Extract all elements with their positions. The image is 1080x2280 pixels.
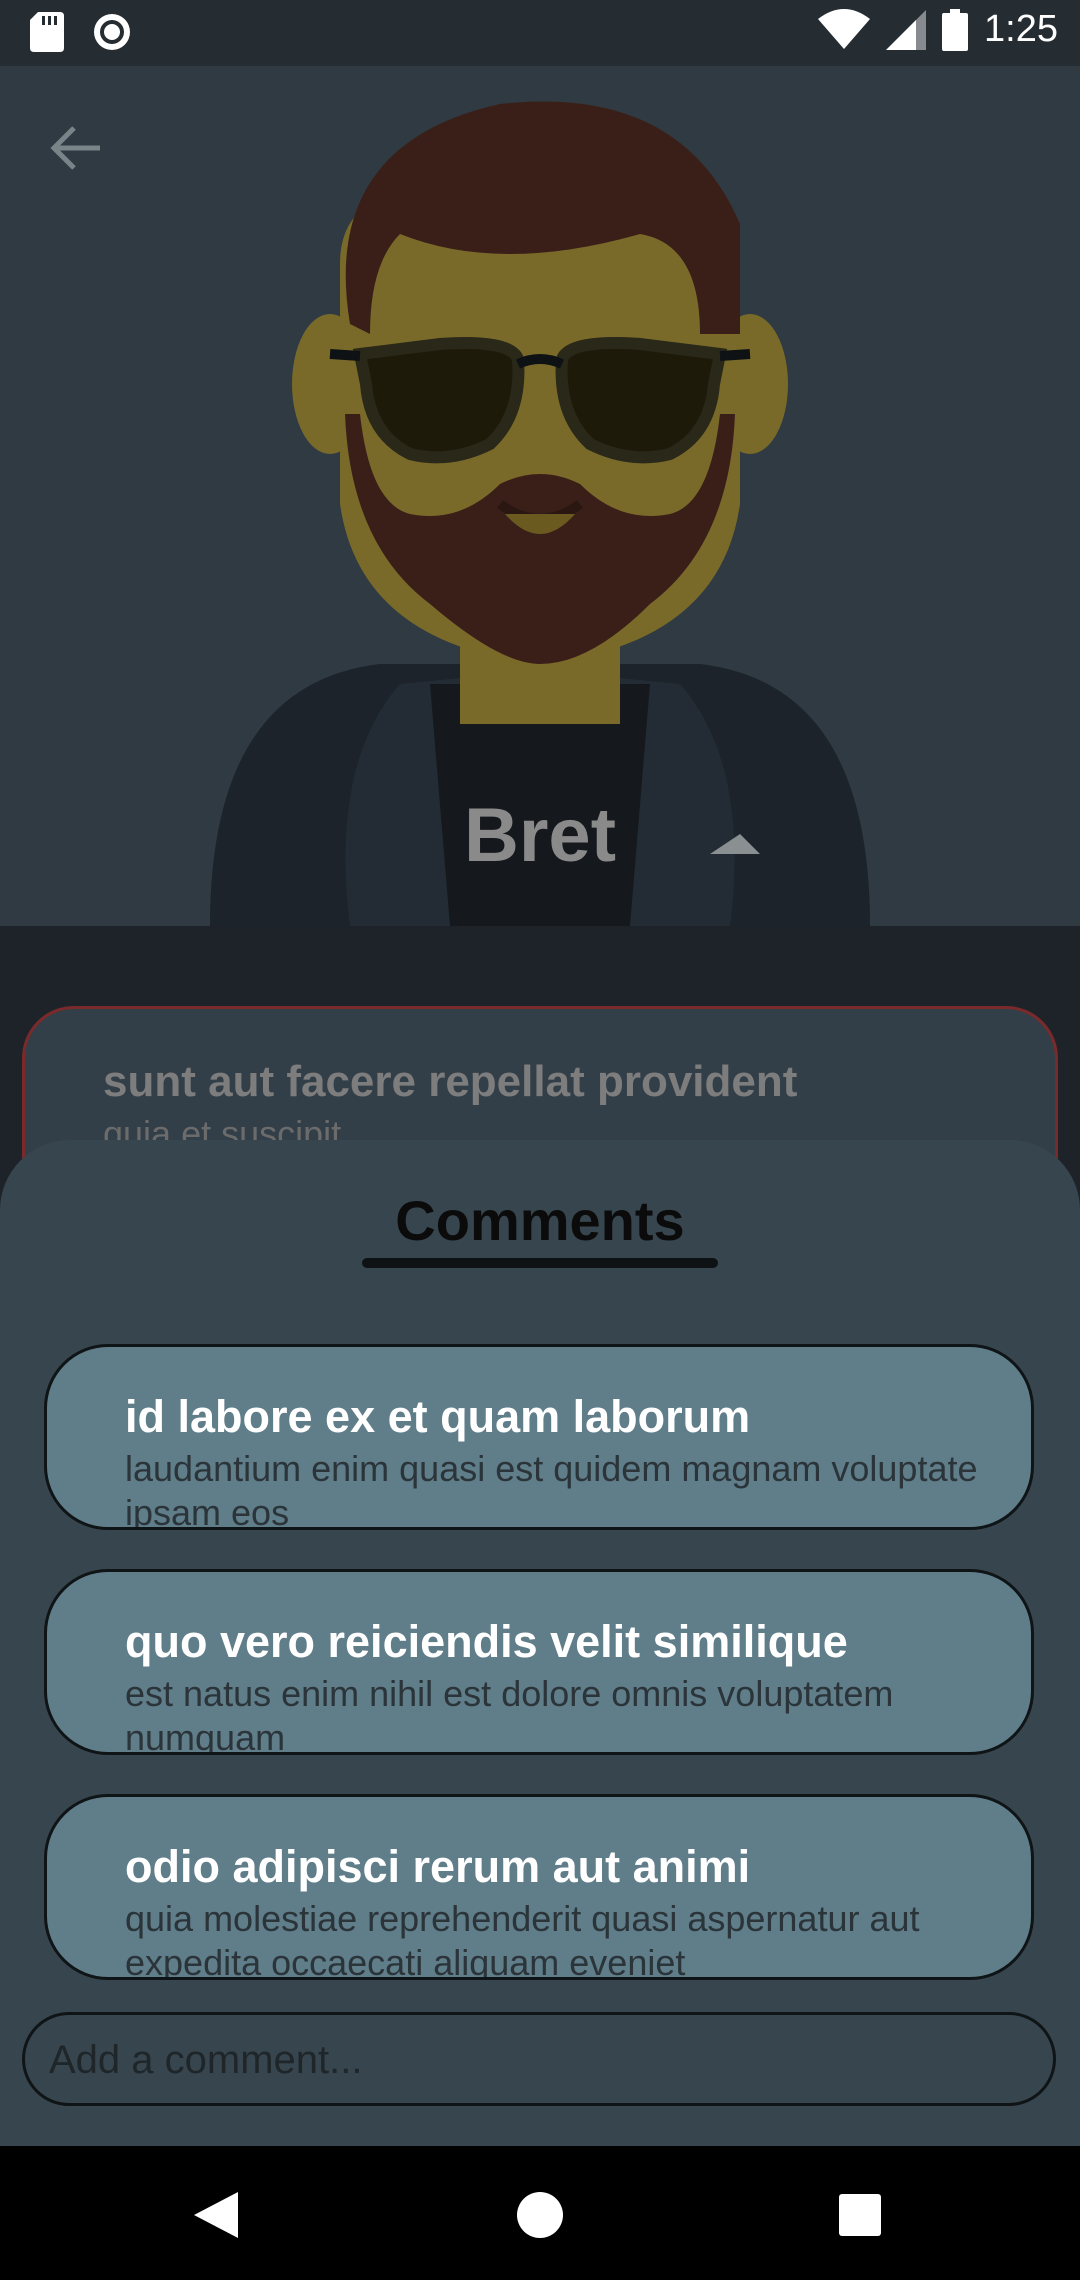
comment-body: quia molestiae reprehenderit quasi asper… [125,1898,920,1980]
arrow-left-icon [50,126,100,170]
title-underline [362,1258,718,1268]
comment-card[interactable]: odio adipisci rerum aut animi quia moles… [44,1794,1034,1980]
recents-square-icon[interactable] [825,2180,895,2250]
comment-input-container [22,2012,1056,2106]
comment-title: id labore ex et quam laborum [125,1391,751,1442]
back-triangle-icon[interactable] [180,2180,250,2250]
signal-icon [886,9,927,50]
comment-title: odio adipisci rerum aut animi [125,1841,751,1892]
navigation-bar [0,2146,1080,2280]
clock: 1:25 [984,8,1058,50]
username: Bret [463,793,617,878]
post-title: sunt aut facere repellat provident [103,1057,798,1106]
comment-input[interactable] [47,2029,1031,2091]
comment-card[interactable]: id labore ex et quam laborum laudantium … [44,1344,1034,1530]
comments-title: Comments [395,1189,685,1252]
back-button[interactable] [44,116,108,180]
profile-header: Bret [0,66,1080,926]
battery-icon [942,8,969,51]
comment-body: est natus enim nihil est dolore omnis vo… [125,1673,894,1755]
record-icon [94,14,130,50]
comments-sheet: Comments id labore ex et quam laborum la… [0,1140,1080,2146]
sd-card-icon [30,12,64,52]
comment-title: quo vero reiciendis velit similique [125,1616,848,1667]
status-bar: 1:25 [0,0,1080,66]
comment-card[interactable]: quo vero reiciendis velit similique est … [44,1569,1034,1755]
wifi-icon [818,8,871,49]
home-circle-icon[interactable] [505,2180,575,2250]
comment-body: laudantium enim quasi est quidem magnam … [125,1448,978,1530]
